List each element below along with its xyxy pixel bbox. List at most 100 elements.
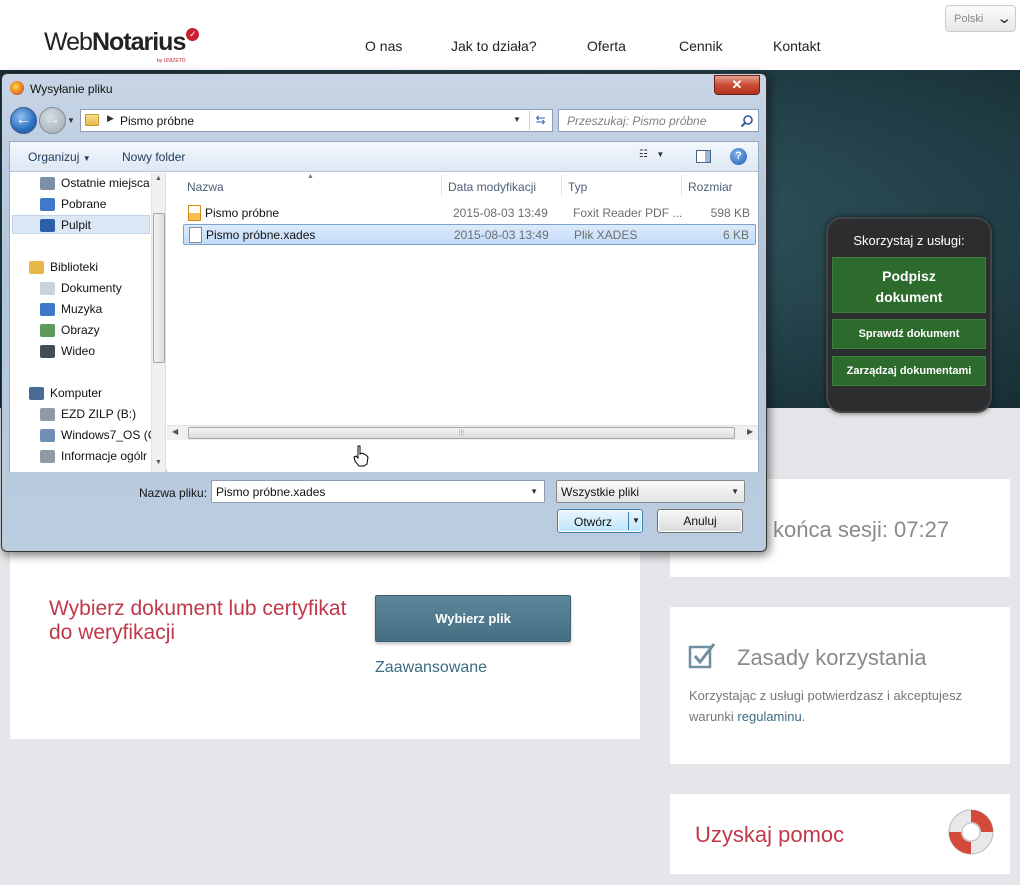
column-header-size[interactable]: Rozmiar (688, 180, 733, 194)
manage-documents-button[interactable]: Zarządzaj dokumentami (832, 356, 986, 386)
address-bar[interactable]: ▶ Pismo próbne ▼ ⇆ (80, 109, 553, 132)
cancel-button[interactable]: Anuluj (657, 509, 743, 533)
logo-subtitle: by UNIZETO (157, 58, 186, 64)
rules-text: Korzystając z usługi potwierdzasz i akce… (689, 685, 989, 727)
service-panel-title: Skorzystaj z usługi: (853, 233, 965, 248)
filename-value[interactable]: Pismo próbne.xades (216, 485, 325, 499)
file-row[interactable]: Pismo próbne 2015-08-03 13:49 Foxit Reader… (183, 203, 756, 224)
column-separator[interactable] (681, 175, 682, 197)
downloads-icon (40, 198, 55, 211)
search-input[interactable] (559, 110, 734, 131)
scroll-up-icon[interactable]: ▲ (155, 175, 162, 182)
nav-item-label: Wideo (61, 344, 96, 358)
dialog-body: Organizuj ▼ Nowy folder ☷ ▼ ? Ostatnie m… (9, 141, 759, 472)
close-button[interactable]: ✕ (714, 75, 760, 95)
help-icon[interactable]: ? (730, 148, 747, 165)
hand-cursor-icon (353, 445, 369, 467)
language-select[interactable]: Polski ⌄ (945, 5, 1016, 32)
view-menu-button[interactable]: ☷ ▼ (639, 149, 679, 165)
nav-scrollbar[interactable]: ▲ ▼ (151, 173, 165, 472)
file-date: 2015-08-03 13:49 (454, 228, 549, 242)
refresh-button[interactable]: ⇆ (529, 111, 551, 130)
choose-file-button[interactable]: Wybierz plik (375, 595, 571, 642)
sign-document-button[interactable]: Podpisz dokument (832, 257, 986, 313)
address-dropdown[interactable]: ▼ (513, 115, 521, 124)
verify-document-button[interactable]: Sprawdź dokument (832, 319, 986, 349)
refresh-icon: ⇆ (535, 113, 546, 127)
filetype-select[interactable]: Wszystkie pliki ▼ (556, 480, 745, 503)
nav-scroll-thumb[interactable] (153, 213, 165, 363)
file-name: Pismo próbne.xades (206, 228, 316, 242)
horizontal-scrollbar[interactable]: ◀ ⦙⦙⦙ ▶ (167, 425, 758, 440)
horizontal-scroll-thumb[interactable]: ⦙⦙⦙ (188, 427, 735, 439)
logo[interactable]: WebNotarius ✓ (44, 28, 200, 57)
nav-jak-to-dziala[interactable]: Jak to działa? (451, 38, 537, 54)
nav-item-label: Informacje ogólr (61, 449, 148, 463)
rules-title: Zasady korzystania (737, 645, 927, 670)
network-drive-icon (40, 408, 55, 421)
filename-label: Nazwa pliku: (139, 486, 208, 500)
choose-document-prompt: Wybierz dokument lub certyfikat do weryf… (49, 597, 347, 644)
regulations-link[interactable]: regulaminu (737, 709, 801, 724)
address-path[interactable]: Pismo próbne (120, 114, 194, 128)
open-button[interactable]: Otwórz ▼ (557, 509, 643, 533)
site-header: WebNotarius ✓ by UNIZETO O nas Jak to dzi… (0, 0, 1020, 70)
new-folder-button[interactable]: Nowy folder (122, 150, 185, 164)
file-row[interactable]: Pismo próbne.xades 2015-08-03 13:49 Plik X… (183, 224, 756, 245)
nav-oferta[interactable]: Oferta (587, 38, 626, 54)
sort-ascending-icon: ▲ (307, 173, 314, 180)
generic-file-icon (189, 227, 202, 243)
checkbox-checked-icon (688, 643, 716, 669)
language-value: Polski (954, 13, 984, 25)
video-icon (40, 345, 55, 358)
nav-item-label: Biblioteki (50, 260, 99, 274)
libraries-icon (29, 261, 44, 274)
service-panel: Skorzystaj z usługi: Podpisz dokument Sp… (826, 217, 992, 413)
column-separator[interactable] (441, 175, 442, 197)
help-card[interactable]: Uzyskaj pomoc (670, 794, 1010, 874)
nav-o-nas[interactable]: O nas (365, 38, 402, 54)
column-separator[interactable] (561, 175, 562, 197)
lifebuoy-icon (948, 809, 994, 855)
nav-item-label: Windows7_OS (C (61, 428, 157, 442)
organize-label: Organizuj (28, 150, 80, 164)
nav-item-label: Pulpit (61, 218, 92, 232)
chevron-down-icon[interactable]: ▼ (530, 487, 538, 496)
forward-button[interactable]: → (39, 107, 66, 134)
filetype-value: Wszystkie pliki (561, 485, 640, 499)
column-header-type[interactable]: Typ (568, 180, 587, 194)
logo-name: Notarius (91, 28, 186, 56)
nav-cennik[interactable]: Cennik (679, 38, 723, 54)
search-box[interactable] (558, 109, 759, 132)
recent-places-icon (40, 177, 55, 190)
rules-suffix: . (801, 709, 806, 724)
documents-icon (40, 282, 55, 295)
file-date: 2015-08-03 13:49 (453, 206, 548, 220)
folder-icon (85, 114, 99, 126)
back-button[interactable]: ← (10, 107, 37, 134)
scroll-left-icon[interactable]: ◀ (172, 427, 178, 436)
chevron-down-icon: ⌄ (996, 10, 1013, 27)
split-divider (628, 512, 629, 530)
navigation-pane: Ostatnie miejsca Pobrane Pulpit Biblioteki D… (10, 173, 166, 472)
recent-locations-dropdown[interactable]: ▼ (67, 116, 75, 125)
column-header-date[interactable]: Data modyfikacji (448, 180, 536, 194)
scroll-down-icon[interactable]: ▼ (155, 459, 162, 466)
chevron-down-icon[interactable]: ▼ (632, 516, 640, 525)
organize-button[interactable]: Organizuj ▼ (28, 150, 91, 164)
breadcrumb-arrow-icon[interactable]: ▶ (107, 113, 114, 124)
pictures-icon (40, 324, 55, 337)
desktop-icon (40, 219, 55, 232)
search-icon[interactable] (740, 114, 754, 128)
computer-icon (29, 387, 44, 400)
scroll-right-icon[interactable]: ▶ (747, 427, 753, 436)
filename-input[interactable]: Pismo próbne.xades ▼ (211, 480, 545, 503)
column-header-name[interactable]: Nazwa (187, 180, 224, 194)
nav-kontakt[interactable]: Kontakt (773, 38, 820, 54)
network-drive-icon (40, 450, 55, 463)
system-drive-icon (40, 429, 55, 442)
nav-item-label: Dokumenty (61, 281, 122, 295)
preview-pane-button[interactable] (696, 150, 711, 163)
arrow-right-icon: → (44, 111, 61, 128)
advanced-link[interactable]: Zaawansowane (375, 659, 487, 677)
